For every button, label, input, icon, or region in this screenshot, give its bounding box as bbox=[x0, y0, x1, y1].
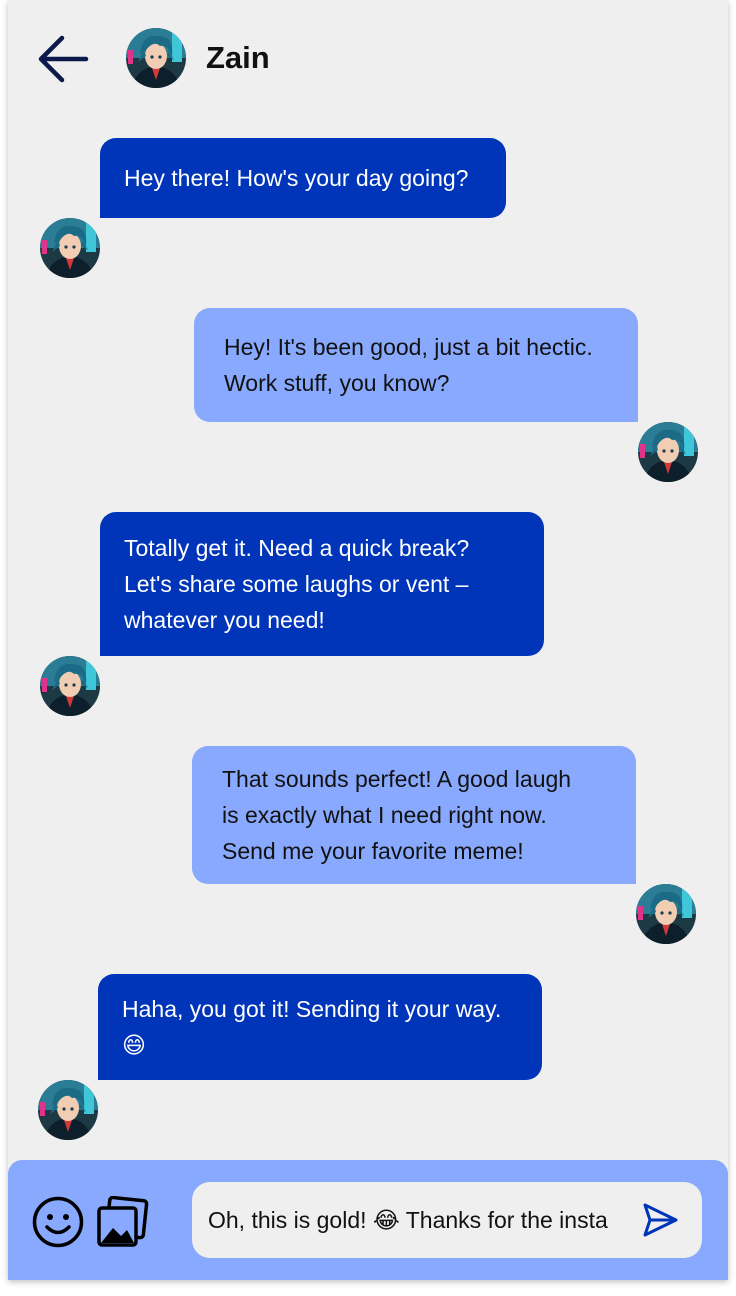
image-gallery-icon bbox=[97, 1195, 149, 1247]
sender-avatar bbox=[40, 218, 100, 278]
message-text: Send me your favorite meme! bbox=[222, 838, 524, 864]
contact-name: Zain bbox=[206, 40, 270, 75]
message-composer bbox=[8, 1160, 728, 1280]
message-text: Haha, you got it! Sending it your way. bbox=[122, 996, 502, 1022]
anime-avatar-icon bbox=[638, 422, 698, 482]
anime-avatar-icon bbox=[636, 884, 696, 944]
message-text: That sounds perfect! A good laugh bbox=[222, 766, 572, 792]
anime-avatar-icon bbox=[40, 218, 100, 278]
message-bubble-outgoing[interactable]: Hey! It's been good, just a bit hectic. … bbox=[194, 308, 638, 422]
message-emoji: 😄 bbox=[122, 1032, 146, 1058]
anime-avatar-icon bbox=[40, 656, 100, 716]
message-text: Work stuff, you know? bbox=[224, 370, 450, 396]
message-text: Hey there! How's your day going? bbox=[124, 165, 469, 191]
back-button[interactable] bbox=[34, 30, 92, 88]
anime-avatar-icon bbox=[38, 1080, 98, 1140]
message-bubble-incoming[interactable]: Haha, you got it! Sending it your way. 😄 bbox=[98, 974, 542, 1080]
anime-avatar-icon bbox=[126, 28, 186, 88]
user-avatar bbox=[638, 422, 698, 482]
arrow-left-icon bbox=[38, 35, 89, 83]
message-input-box bbox=[192, 1182, 702, 1258]
user-avatar bbox=[636, 884, 696, 944]
message-text: is exactly what I need right now. bbox=[222, 802, 547, 828]
message-text: whatever you need! bbox=[124, 607, 325, 633]
smiley-icon bbox=[32, 1196, 84, 1248]
message-bubble-incoming[interactable]: Totally get it. Need a quick break? Let'… bbox=[100, 512, 544, 656]
message-text: Let's share some laughs or vent – bbox=[124, 571, 469, 597]
emoji-button[interactable] bbox=[32, 1196, 84, 1248]
sender-avatar bbox=[38, 1080, 98, 1140]
message-text: Totally get it. Need a quick break? bbox=[124, 535, 470, 561]
attach-image-button[interactable] bbox=[96, 1195, 150, 1248]
message-bubble-outgoing[interactable]: That sounds perfect! A good laugh is exa… bbox=[192, 746, 636, 884]
sender-avatar bbox=[40, 656, 100, 716]
message-text: Hey! It's been good, just a bit hectic. bbox=[224, 334, 593, 360]
chat-screen: Zain Hey there! How's your day going? He… bbox=[8, 0, 728, 1280]
message-input[interactable] bbox=[208, 1182, 626, 1258]
send-icon bbox=[643, 1203, 678, 1237]
contact-avatar[interactable] bbox=[126, 28, 186, 88]
message-bubble-incoming[interactable]: Hey there! How's your day going? bbox=[100, 138, 506, 218]
send-button[interactable] bbox=[640, 1200, 680, 1240]
chat-header: Zain bbox=[8, 0, 728, 118]
